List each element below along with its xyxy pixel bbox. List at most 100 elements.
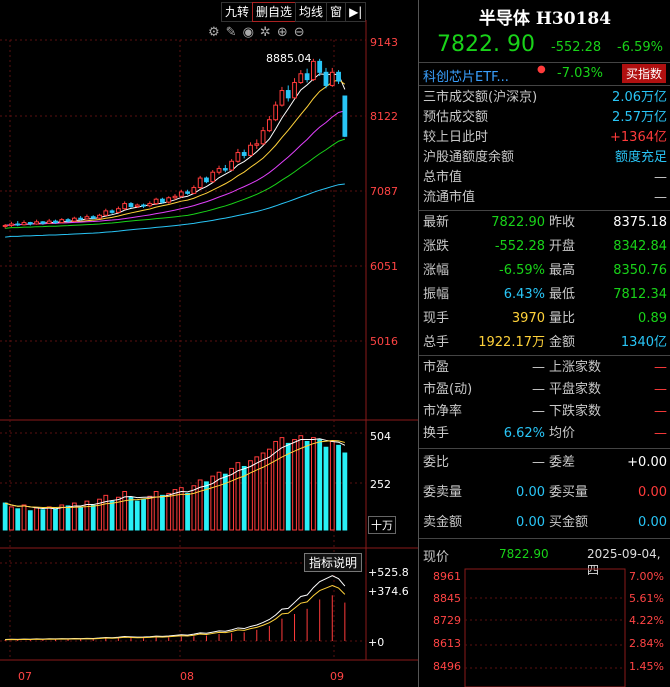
mini-price-label: 现价 (423, 550, 450, 565)
stats-value: — (654, 360, 667, 375)
candle-body (342, 95, 348, 137)
candle-body (97, 214, 102, 219)
volume-bar (9, 506, 14, 531)
order-value: 0.00 (516, 515, 545, 530)
stats-value: 6.62% (503, 426, 545, 441)
candle-body (141, 204, 146, 207)
stats-value: — (654, 426, 667, 441)
stats-value: — (532, 360, 545, 375)
candle-body (65, 219, 71, 222)
mini-left-tick: 8961 (433, 570, 461, 583)
price-change-pct: -6.59% (617, 40, 663, 55)
candle-body (185, 191, 190, 194)
stats-row: 市盈(动) — 平盘家数 — (423, 380, 670, 400)
candle-body (292, 82, 297, 99)
stats-row: 市盈 — 上涨家数 — (423, 358, 670, 378)
quote-value: 8375.18 (613, 215, 667, 230)
turnover-row: 沪股通额度余额 额度充足 (423, 148, 670, 168)
quote-label: 涨跌 (423, 239, 450, 254)
turnover-label: 较上日此时 (423, 130, 489, 145)
candle-body (46, 220, 52, 224)
candle-body (285, 90, 291, 99)
order-label: 委差 (549, 455, 576, 470)
candle-body (222, 168, 228, 171)
etf-link[interactable]: 科创芯片ETF... (423, 66, 509, 85)
turnover-value: 2.57万亿 (612, 110, 667, 125)
volume-bar (84, 500, 90, 531)
quote-value: -6.59% (499, 263, 545, 278)
buy-index-button[interactable]: 买指数 (622, 64, 667, 83)
candle-body (336, 71, 341, 82)
etf-pct: -7.03% (557, 66, 603, 81)
candle-body (40, 221, 46, 224)
mini-left-tick: 8729 (433, 614, 461, 627)
order-value: +0.00 (627, 455, 667, 470)
volume-bar (109, 500, 115, 531)
volume-unit: 十万 (368, 516, 396, 534)
volume-bar (65, 505, 71, 531)
candle-body (329, 71, 335, 86)
quote-label: 最低 (549, 287, 576, 302)
candle-body (2, 224, 8, 227)
quote-label: 金额 (549, 335, 576, 350)
price-tick: 9143 (370, 36, 398, 49)
indicator-line (5, 584, 346, 641)
turnover-label: 总市值 (423, 170, 463, 185)
order-label: 卖金额 (423, 515, 463, 530)
turnover-label: 三市成交额(沪深京) (423, 90, 538, 105)
candle-body (191, 187, 197, 194)
kline-chart-area[interactable]: 九转 删自选 均线 窗 ▶| ⚙ ✎ ◉ ✲ ⊕ ⊖ 8885.04 9143 … (0, 0, 418, 687)
candle-body (273, 104, 279, 121)
volume-bar (342, 452, 348, 531)
candle-body (279, 90, 285, 106)
volume-bar (147, 495, 153, 531)
order-label: 委比 (423, 455, 450, 470)
stats-label: 均价 (549, 426, 576, 441)
volume-bar (53, 508, 58, 531)
quote-row: 现手 3970 量比 0.89 (423, 309, 670, 329)
mini-right-tick: 2.84% (629, 637, 664, 650)
candle-body (172, 195, 178, 199)
volume-bar (59, 504, 65, 531)
price-change: -552.28 (551, 40, 602, 55)
candle-body (311, 60, 316, 81)
mini-right-tick: 5.61% (629, 592, 664, 605)
mini-right-tick: 4.22% (629, 614, 664, 627)
volume-bar (329, 440, 335, 531)
turnover-row: 总市值 — (423, 168, 670, 188)
price-tick: 8122 (370, 110, 398, 123)
stats-value: — (532, 382, 545, 397)
x-month-tick: 08 (180, 670, 194, 683)
candle-body (260, 130, 266, 145)
quote-panel: 半导体 H30184 7822. 90 -552.28 -6.59% 科创芯片E… (418, 0, 670, 687)
turnover-label: 沪股通额度余额 (423, 150, 515, 165)
candle-body (241, 152, 247, 156)
candle-body (109, 210, 115, 213)
order-label: 买金额 (549, 515, 589, 530)
volume-bar (40, 509, 46, 531)
candle-body (248, 144, 253, 156)
quote-value: 1922.17万 (478, 335, 545, 350)
candle-body (78, 217, 84, 220)
quote-label: 昨收 (549, 215, 576, 230)
quote-label: 最新 (423, 215, 450, 230)
turnover-value: 额度充足 (614, 150, 667, 165)
stats-value: — (532, 404, 545, 419)
candle-body (204, 177, 209, 183)
mini-price: 7822.90 (499, 547, 549, 561)
quote-label: 开盘 (549, 239, 576, 254)
quote-label: 振幅 (423, 287, 450, 302)
indicator-help-button[interactable]: 指标说明 (304, 553, 363, 572)
stats-label: 换手 (423, 426, 450, 441)
volume-bar (166, 492, 172, 531)
volume-bar (15, 508, 21, 531)
quote-value: 7822.90 (491, 215, 545, 230)
ma10-line (5, 79, 346, 226)
quote-value: -552.28 (494, 239, 545, 254)
candle-body (71, 217, 77, 222)
candle-body (266, 119, 272, 132)
index-name: 半导体 (478, 9, 530, 29)
mini-left-tick: 8613 (433, 637, 461, 650)
candle-body (84, 216, 90, 220)
order-row: 委比 — 委差 +0.00 (423, 453, 670, 473)
